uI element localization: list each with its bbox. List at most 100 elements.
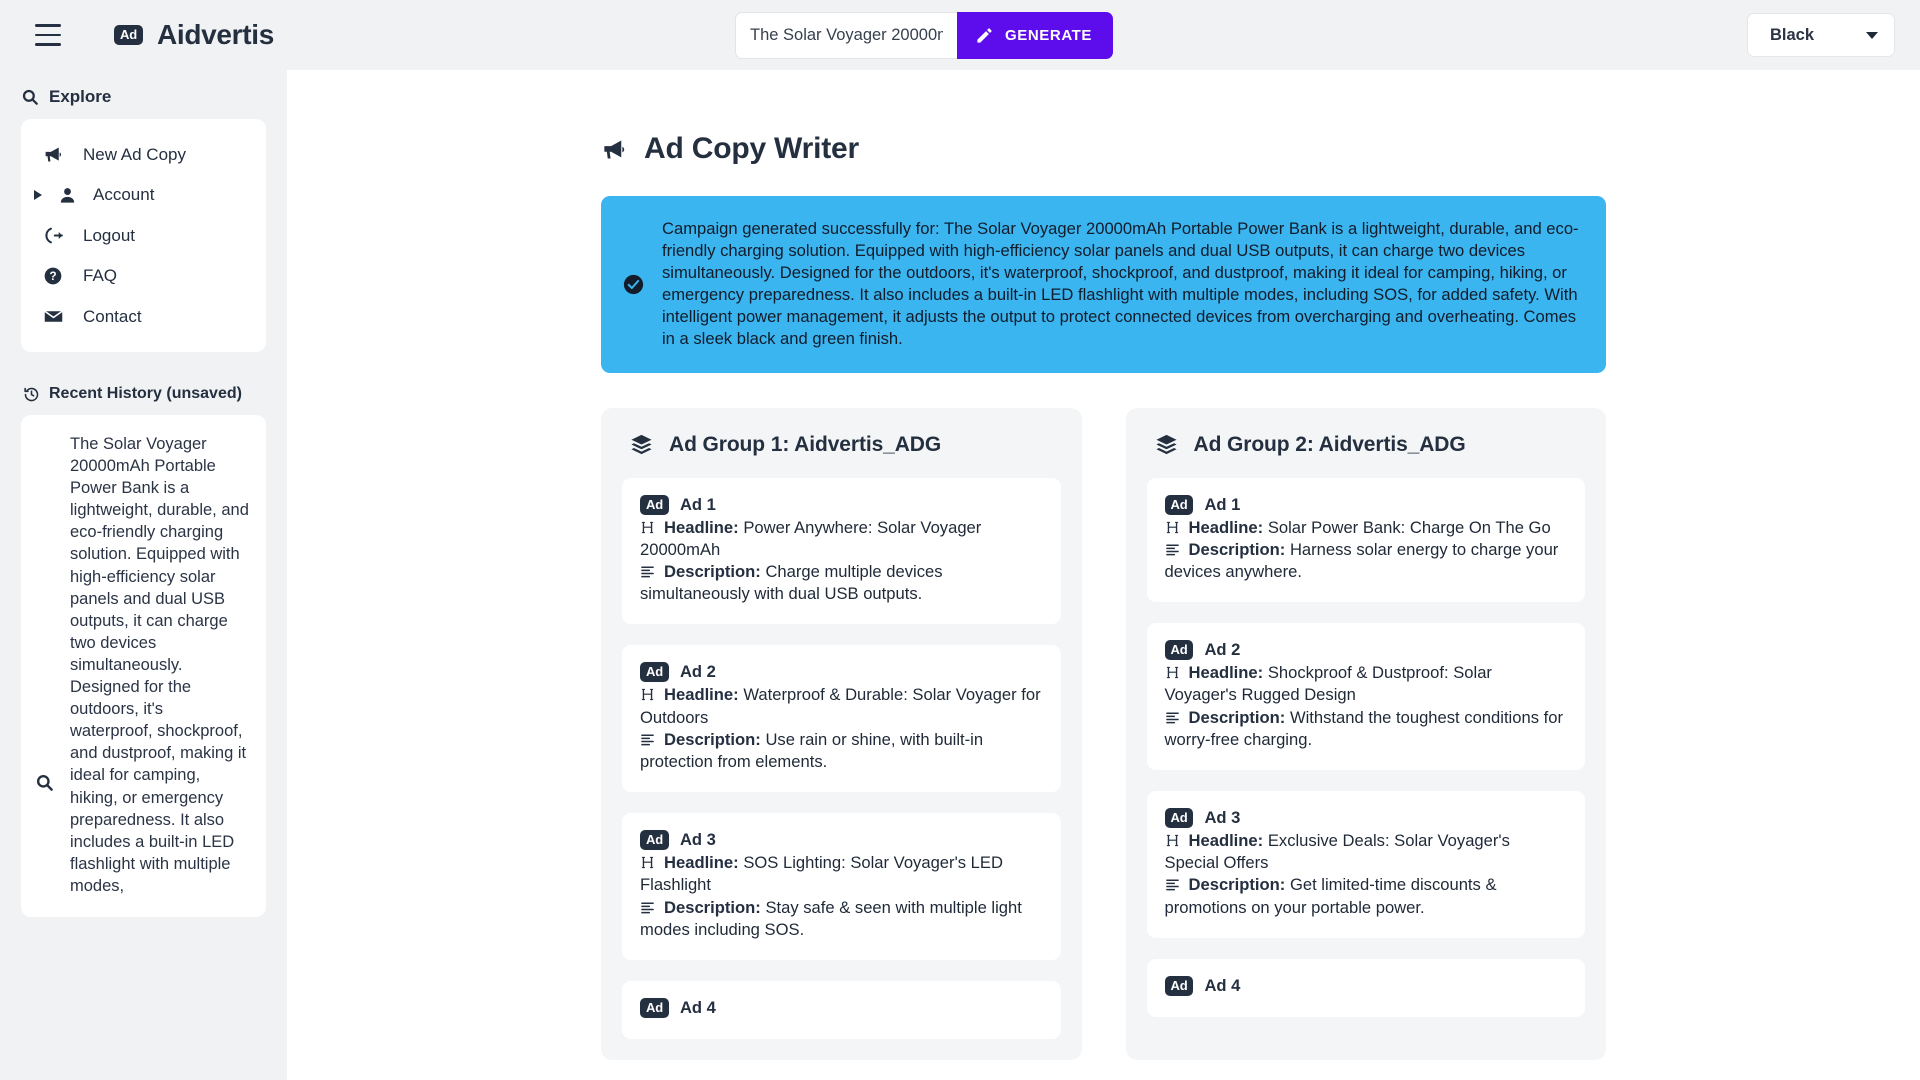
sidebar: Explore New Ad Copy Account Logout ? FAQ… [0,70,287,1080]
text-lines-icon [1165,879,1179,891]
ad-group-title: Ad Group 2: Aidvertis_ADG [1147,433,1586,457]
sidebar-item-new-ad-copy[interactable]: New Ad Copy [21,134,266,175]
ad-description-row: Description: Charge multiple devices sim… [640,561,1043,605]
search-generate-group: GENERATE [735,11,1114,59]
ad-group: Ad Group 2: Aidvertis_ADG Ad Ad 1 Headli… [1125,407,1606,1060]
ad-headline-row: Headline: Shockproof & Dustproof: Solar … [1165,662,1568,706]
ad-card[interactable]: Ad Ad 2 Headline: Waterproof & Durable: … [622,645,1061,793]
ad-description-row: Description: Harness solar energy to cha… [1165,539,1568,583]
sidebar-item-logout[interactable]: Logout [21,215,266,256]
brand-name: Aidvertis [156,19,275,50]
ad-number-row: Ad Ad 4 [640,998,1043,1018]
ad-number: Ad 2 [679,662,716,682]
ad-groups: Ad Group 1: Aidvertis_ADG Ad Ad 1 Headli… [601,407,1606,1060]
ad-badge-icon: Ad [640,998,669,1018]
ad-badge-icon: Ad [640,494,669,515]
ad-card[interactable]: Ad Ad 1 Headline: Power Anywhere: Solar … [622,477,1061,625]
svg-text:?: ? [49,270,56,283]
ad-number-row: Ad Ad 3 [1164,807,1568,828]
description-label: Description: [1188,707,1286,727]
ad-badge-icon: Ad [1164,975,1194,996]
ad-description-row: Description: Use rain or shine, with bui… [640,729,1043,773]
layers-icon [1155,434,1177,455]
ad-description-row: Description: Get limited-time discounts … [1165,874,1568,918]
layers-icon [631,434,652,455]
sidebar-item-label: Contact [83,306,142,326]
ad-badge-icon: Ad [1164,640,1194,661]
ad-headline-row: Headline: Waterproof & Durable: Solar Vo… [640,684,1043,728]
generate-button-label: GENERATE [1005,26,1093,44]
history-item-text: The Solar Voyager 20000mAh Portable Powe… [70,435,249,895]
text-lines-icon [1165,544,1179,556]
success-alert-text: Campaign generated successfully for: The… [662,219,1579,349]
headline-label: Headline: [664,685,739,705]
ad-card[interactable]: Ad Ad 2 Headline: Shockproof & Dustproof… [1146,623,1585,770]
headline-label: Headline: [1188,830,1264,850]
description-label: Description: [664,729,761,749]
headline-label: Headline: [664,853,739,873]
ad-number-row: Ad Ad 1 [1164,494,1568,515]
ad-number-row: Ad Ad 1 [640,494,1043,515]
history-icon [24,387,39,401]
check-circle-icon [623,274,644,294]
generate-button[interactable]: GENERATE [957,11,1114,59]
description-label: Description: [1188,539,1286,559]
language-select[interactable]: Black [1747,13,1895,57]
ad-headline-row: Headline: SOS Lighting: Solar Voyager's … [640,852,1043,896]
brand: Ad Aidvertis [114,19,274,51]
pencil-icon [977,27,992,43]
headline-label: Headline: [664,517,739,537]
ad-group: Ad Group 1: Aidvertis_ADG Ad Ad 1 Headli… [601,407,1082,1060]
user-icon [55,186,79,205]
ad-badge-icon: Ad [1164,807,1194,828]
logout-icon [41,225,65,246]
expand-triangle-icon[interactable] [34,190,42,200]
ad-card[interactable]: Ad Ad 3 Headline: SOS Lighting: Solar Vo… [622,813,1061,960]
sidebar-item-label: Logout [83,225,135,245]
ad-card[interactable]: Ad Ad 1 Headline: Solar Power Bank: Char… [1146,477,1585,603]
ad-number: Ad 1 [1204,494,1241,514]
ad-number: Ad 3 [1204,807,1241,827]
ad-badge-icon: Ad [640,662,669,683]
chevron-down-icon [1866,31,1878,39]
ad-headline-row: Headline: Solar Power Bank: Charge On Th… [1165,517,1568,539]
sidebar-item-faq[interactable]: ? FAQ [21,256,266,296]
sidebar-item-contact[interactable]: Contact [21,296,266,337]
ad-number-row: Ad Ad 2 [640,662,1043,683]
text-lines-icon [641,734,654,746]
ad-group-title-text: Ad Group 2: Aidvertis_ADG [1193,432,1466,456]
heading-icon [641,857,654,869]
search-input[interactable] [735,11,957,59]
envelope-icon [41,306,65,327]
ad-number: Ad 4 [1204,975,1241,995]
ad-number: Ad 2 [1204,640,1241,660]
ad-card[interactable]: Ad Ad 4 [622,981,1061,1039]
description-label: Description: [1188,875,1286,895]
history-item[interactable]: The Solar Voyager 20000mAh Portable Powe… [21,415,266,917]
ad-headline-row: Headline: Power Anywhere: Solar Voyager … [640,517,1043,561]
main-content: Ad Copy Writer Campaign generated succes… [287,70,1920,1080]
ad-number-row: Ad Ad 4 [1164,975,1568,996]
question-circle-icon: ? [41,266,65,286]
ad-description-row: Description: Stay safe & seen with multi… [640,897,1043,941]
sidebar-item-label: New Ad Copy [83,144,186,164]
ad-headline-row: Headline: Exclusive Deals: Solar Voyager… [1165,830,1568,874]
explore-label: Explore [49,87,112,106]
ad-card[interactable]: Ad Ad 3 Headline: Exclusive Deals: Solar… [1146,790,1585,938]
sidebar-nav: New Ad Copy Account Logout ? FAQ Contact [21,119,266,352]
hamburger-icon[interactable] [35,24,61,46]
ad-badge-icon: Ad [640,830,669,851]
logo-badge-icon: Ad [114,25,143,45]
description-label: Description: [664,561,761,581]
explore-header: Explore [21,83,266,119]
top-bar: Ad Aidvertis GENERATE Black [0,0,1920,70]
language-select-value: Black [1770,25,1815,44]
ad-card[interactable]: Ad Ad 4 [1146,958,1585,1017]
text-lines-icon [1165,712,1179,723]
ad-number-row: Ad Ad 2 [1164,640,1568,661]
ad-group-title-text: Ad Group 1: Aidvertis_ADG [669,432,942,456]
success-alert: Campaign generated successfully for: The… [601,196,1606,373]
megaphone-icon [604,140,625,158]
search-icon [35,773,54,797]
sidebar-item-account[interactable]: Account [21,175,266,215]
